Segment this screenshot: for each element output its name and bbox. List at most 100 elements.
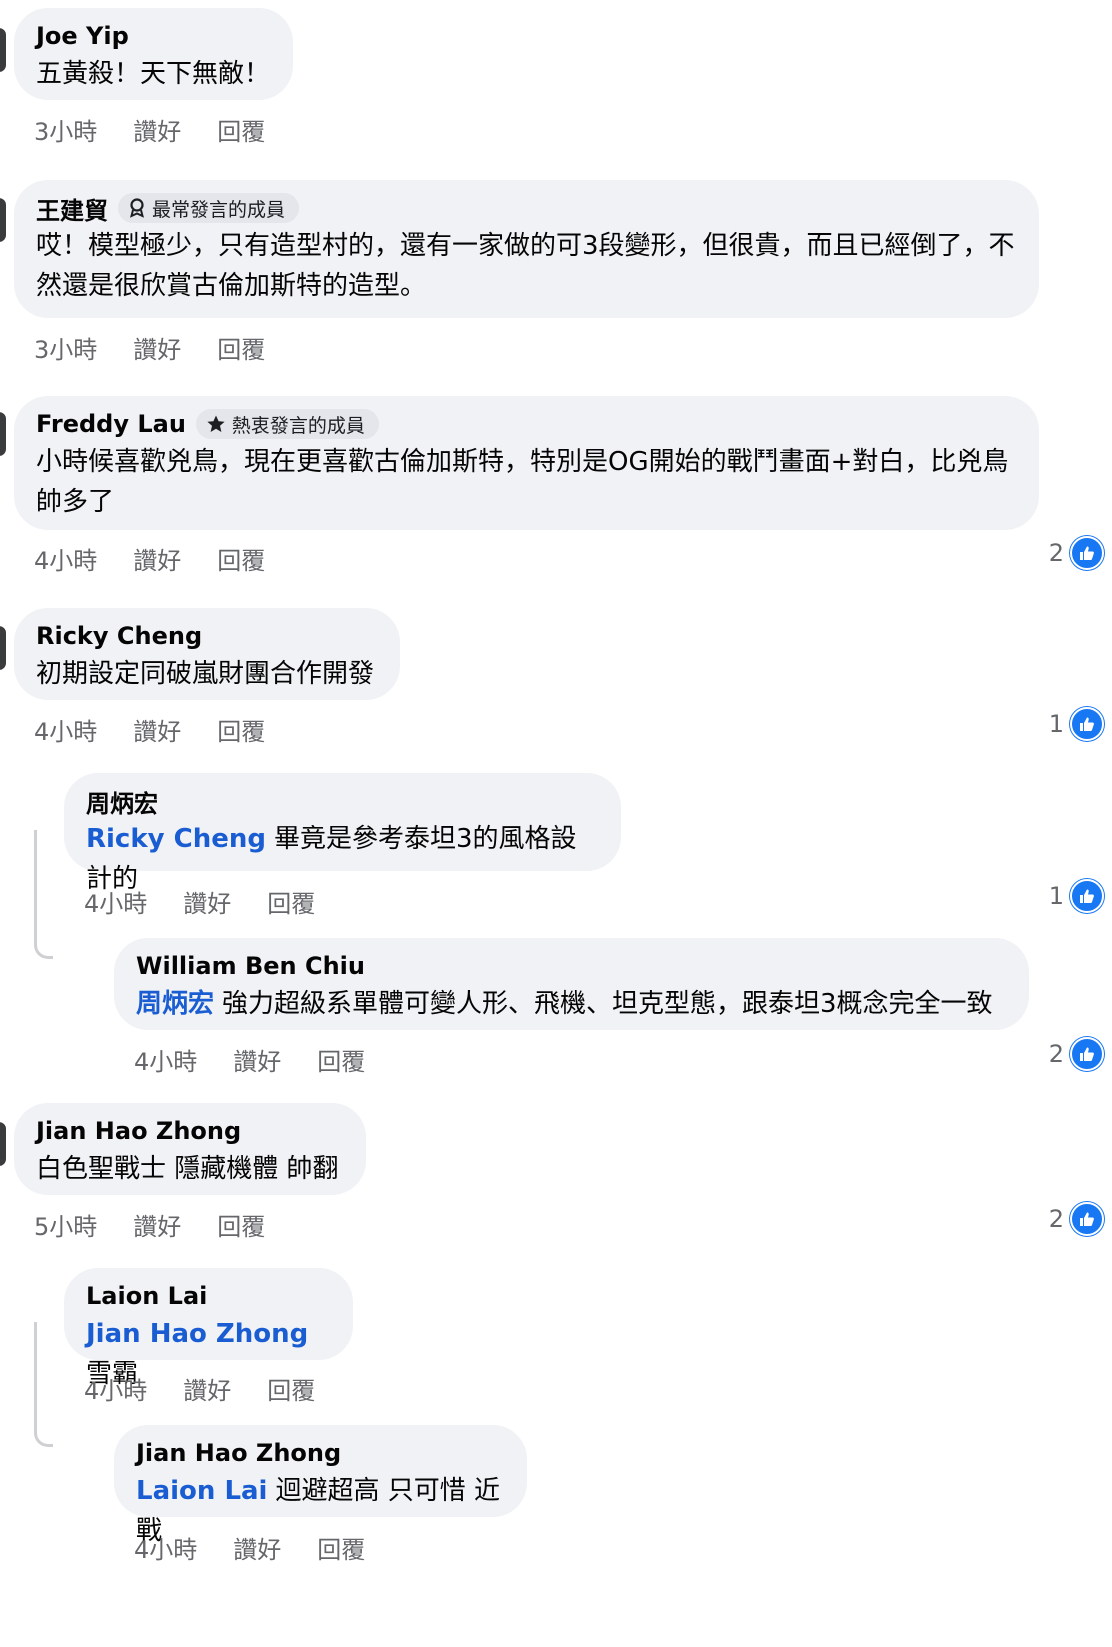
comment: Joe Yip 五黃殺！天下無敵！ xyxy=(14,8,293,100)
comment-actions: 4小時 讚好 回覆 xyxy=(134,1530,401,1565)
comment-actions: 4小時 讚好 回覆 xyxy=(34,712,301,747)
thread-connector xyxy=(34,830,53,959)
mention-link[interactable]: 周炳宏 xyxy=(136,989,214,1019)
reply-button[interactable]: 回覆 xyxy=(317,1042,365,1077)
reply-button[interactable]: 回覆 xyxy=(217,112,265,147)
like-button[interactable]: 讚好 xyxy=(183,1371,231,1406)
comment-time[interactable]: 4小時 xyxy=(134,1042,197,1077)
reaction-count: 1 xyxy=(1048,882,1064,910)
reaction-count: 2 xyxy=(1048,1205,1064,1233)
avatar[interactable] xyxy=(0,28,6,72)
comment-actions: 4小時 讚好 回覆 xyxy=(84,884,351,919)
comment-author[interactable]: Jian Hao Zhong xyxy=(36,1117,241,1145)
like-button[interactable]: 讚好 xyxy=(233,1042,281,1077)
comment-text: 五黃殺！天下無敵！ xyxy=(36,59,271,89)
comment: Freddy Lau 熱衷發言的成員 小時候喜歡兇鳥，現在更喜歡古倫加斯特，特別… xyxy=(14,396,1039,530)
mention-link[interactable]: Laion Lai xyxy=(136,1476,267,1506)
comment-actions: 4小時 讚好 回覆 xyxy=(34,541,301,576)
reply-comment: William Ben Chiu 周炳宏 強力超級系單體可變人形、飛機、坦克型態，… xyxy=(114,938,1029,1030)
comment-author[interactable]: Laion Lai xyxy=(86,1282,207,1310)
comment-bubble: 王建貿 最常發言的成員 哎！模型極少，只有造型村的，還有一家做的可3段變形，但很… xyxy=(14,180,1039,318)
thumbs-up-icon xyxy=(1070,536,1104,570)
comment-bubble: Jian Hao Zhong Laion Lai 迴避超高 只可惜 近戰 xyxy=(114,1425,527,1546)
avatar[interactable] xyxy=(0,198,6,242)
like-button[interactable]: 讚好 xyxy=(133,712,181,747)
comment-body: 周炳宏 強力超級系單體可變人形、飛機、坦克型態，跟泰坦3概念完全一致 xyxy=(136,984,1007,1024)
reaction-count: 2 xyxy=(1048,1040,1064,1068)
badge-label: 熱衷發言的成員 xyxy=(231,414,365,437)
comment-actions: 4小時 讚好 回覆 xyxy=(84,1371,351,1406)
like-button[interactable]: 讚好 xyxy=(183,884,231,919)
comment-author[interactable]: 王建貿 xyxy=(36,191,108,226)
member-badge[interactable]: 最常發言的成員 xyxy=(118,193,300,223)
comment-bubble: Ricky Cheng 初期設定同破嵐財團合作開發 xyxy=(14,608,400,700)
star-icon xyxy=(207,415,225,432)
badge-label: 最常發言的成員 xyxy=(152,198,286,221)
reaction-summary[interactable]: 2 xyxy=(1049,1202,1104,1236)
reply-button[interactable]: 回覆 xyxy=(317,1530,365,1565)
comment-time[interactable]: 4小時 xyxy=(84,884,147,919)
reply-comment: 周炳宏 Ricky Cheng 畢竟是參考泰坦3的風格設計的 xyxy=(64,773,621,894)
member-badge[interactable]: 熱衷發言的成員 xyxy=(195,409,379,439)
comment-time[interactable]: 4小時 xyxy=(134,1530,197,1565)
thumbs-up-icon xyxy=(1070,879,1104,913)
comment-author[interactable]: Joe Yip xyxy=(36,22,129,50)
like-button[interactable]: 讚好 xyxy=(133,1207,181,1242)
thread-connector xyxy=(34,1322,53,1447)
reaction-summary[interactable]: 1 xyxy=(1049,879,1104,913)
avatar[interactable] xyxy=(0,1122,6,1166)
reaction-summary[interactable]: 2 xyxy=(1049,1037,1104,1071)
comment-bubble: Laion Lai Jian Hao Zhong雪霸 xyxy=(64,1268,353,1389)
reply-button[interactable]: 回覆 xyxy=(217,330,265,365)
reply-button[interactable]: 回覆 xyxy=(217,712,265,747)
mention-link[interactable]: Ricky Cheng xyxy=(86,824,266,854)
like-button[interactable]: 讚好 xyxy=(133,330,181,365)
like-button[interactable]: 讚好 xyxy=(233,1530,281,1565)
comment-text: 初期設定同破嵐財團合作開發 xyxy=(36,659,375,689)
comment-time[interactable]: 4小時 xyxy=(34,541,97,576)
thumbs-up-icon xyxy=(1070,707,1104,741)
comment-author[interactable]: Jian Hao Zhong xyxy=(136,1439,341,1467)
reply-button[interactable]: 回覆 xyxy=(217,1207,265,1242)
comment-actions: 5小時 讚好 回覆 xyxy=(34,1207,301,1242)
like-button[interactable]: 讚好 xyxy=(133,541,181,576)
reply-comment: Laion Lai Jian Hao Zhong雪霸 xyxy=(64,1268,353,1389)
medal-icon xyxy=(130,198,144,218)
comment-time[interactable]: 4小時 xyxy=(84,1371,147,1406)
reply-button[interactable]: 回覆 xyxy=(267,1371,315,1406)
comment-time[interactable]: 4小時 xyxy=(34,712,97,747)
comment-time[interactable]: 3小時 xyxy=(34,112,97,147)
comment-text: 哎！模型極少，只有造型村的，還有一家做的可3段變形，但很貴，而且已經倒了，不然還… xyxy=(36,231,1015,301)
comment-bubble: Jian Hao Zhong 白色聖戰士 隱藏機體 帥翻 xyxy=(14,1103,366,1195)
comment-bubble: Joe Yip 五黃殺！天下無敵！ xyxy=(14,8,293,100)
avatar[interactable] xyxy=(0,412,6,456)
comment-author[interactable]: 周炳宏 xyxy=(86,784,158,819)
comment-text: 強力超級系單體可變人形、飛機、坦克型態，跟泰坦3概念完全一致 xyxy=(222,989,993,1019)
comment-actions: 3小時 讚好 回覆 xyxy=(34,112,301,147)
reaction-count: 2 xyxy=(1048,539,1064,567)
reply-button[interactable]: 回覆 xyxy=(267,884,315,919)
comment: 王建貿 最常發言的成員 哎！模型極少，只有造型村的，還有一家做的可3段變形，但很… xyxy=(14,180,1039,318)
mention-link[interactable]: Jian Hao Zhong xyxy=(86,1319,308,1349)
comment-actions: 3小時 讚好 回覆 xyxy=(34,330,301,365)
comment-bubble: William Ben Chiu 周炳宏 強力超級系單體可變人形、飛機、坦克型態，… xyxy=(114,938,1029,1030)
comment-time[interactable]: 3小時 xyxy=(34,330,97,365)
comment-bubble: Freddy Lau 熱衷發言的成員 小時候喜歡兇鳥，現在更喜歡古倫加斯特，特別… xyxy=(14,396,1039,530)
reaction-summary[interactable]: 2 xyxy=(1049,536,1104,570)
thumbs-up-icon xyxy=(1070,1037,1104,1071)
comment-author[interactable]: Ricky Cheng xyxy=(36,622,202,650)
comment-bubble: 周炳宏 Ricky Cheng 畢竟是參考泰坦3的風格設計的 xyxy=(64,773,621,894)
comment-author[interactable]: William Ben Chiu xyxy=(136,952,365,980)
avatar[interactable] xyxy=(0,626,6,670)
reply-comment: Jian Hao Zhong Laion Lai 迴避超高 只可惜 近戰 xyxy=(114,1425,527,1546)
comment-actions: 4小時 讚好 回覆 xyxy=(134,1042,401,1077)
comment-author[interactable]: Freddy Lau xyxy=(36,410,186,438)
comment: Jian Hao Zhong 白色聖戰士 隱藏機體 帥翻 xyxy=(14,1103,366,1195)
comment-time[interactable]: 5小時 xyxy=(34,1207,97,1242)
comment-text: 小時候喜歡兇鳥，現在更喜歡古倫加斯特，特別是OG開始的戰鬥畫面+對白，比兇鳥帥多… xyxy=(36,447,1009,517)
comment-text: 白色聖戰士 隱藏機體 帥翻 xyxy=(36,1154,339,1184)
reaction-summary[interactable]: 1 xyxy=(1049,707,1104,741)
reply-button[interactable]: 回覆 xyxy=(217,541,265,576)
like-button[interactable]: 讚好 xyxy=(133,112,181,147)
thumbs-up-icon xyxy=(1070,1202,1104,1236)
